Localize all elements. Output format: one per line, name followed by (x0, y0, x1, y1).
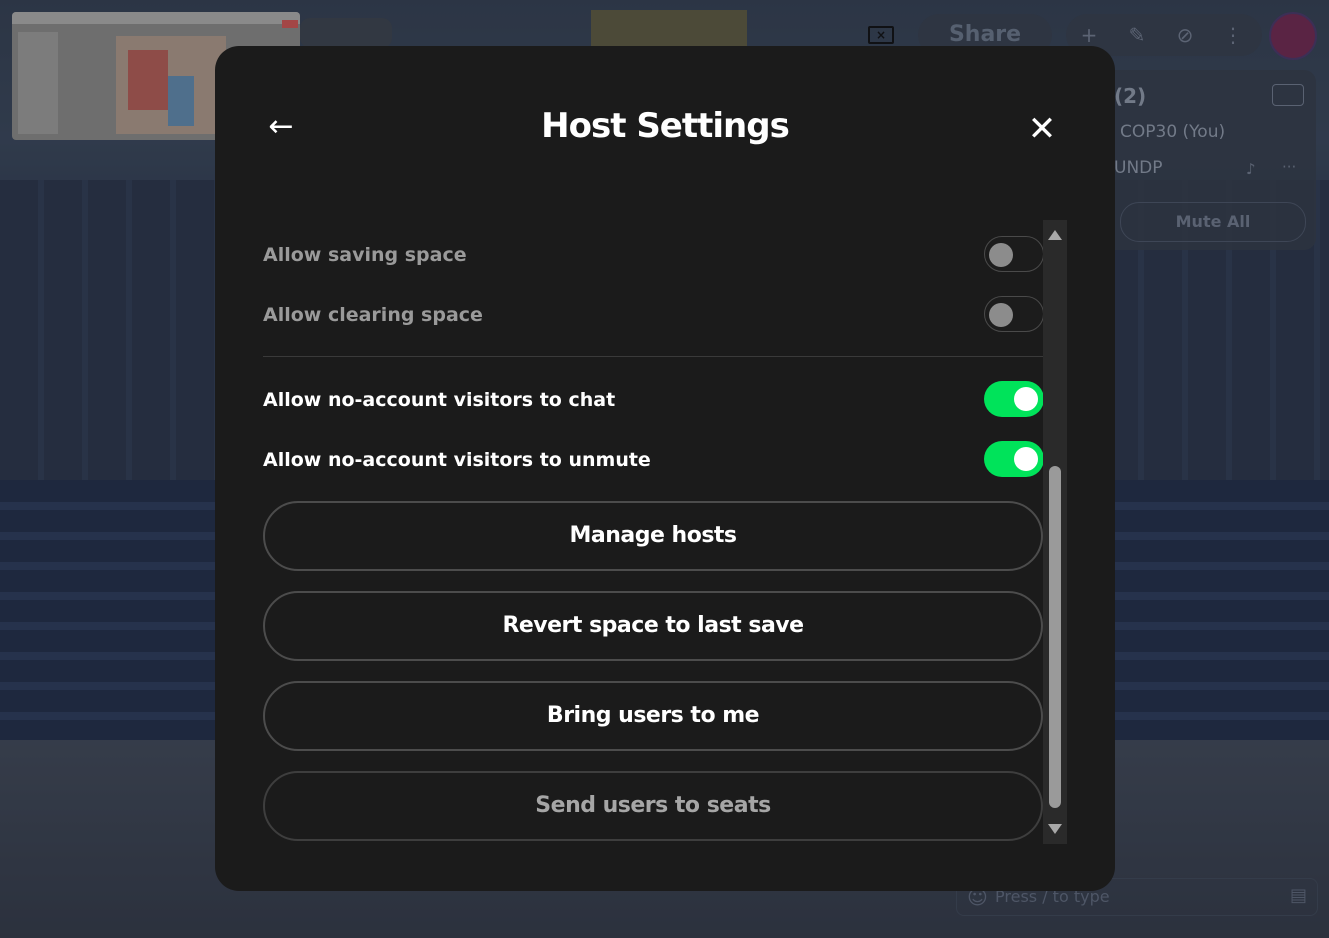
plus-icon[interactable]: + (1078, 24, 1100, 46)
participant-self: COP30 (You) (1120, 122, 1226, 142)
scroll-up-arrow[interactable] (1048, 230, 1062, 240)
allow-saving-toggle[interactable] (984, 236, 1044, 272)
panel-collapse-icon[interactable] (1272, 84, 1304, 106)
thumbnail-control[interactable] (300, 18, 392, 48)
visitor-chat-toggle[interactable] (984, 381, 1044, 417)
setting-label: Allow saving space (263, 244, 467, 266)
host-settings-modal: ← Host Settings ✕ Allow saving space All… (215, 46, 1115, 891)
more-vertical-icon[interactable]: ⋮ (1222, 24, 1244, 46)
send-users-to-seats-button[interactable]: Send users to seats (263, 771, 1043, 841)
allow-clearing-toggle[interactable] (984, 296, 1044, 332)
more-horizontal-icon[interactable]: ··· (1282, 158, 1296, 176)
scene-doorway (591, 10, 747, 46)
setting-row-visitor-chat: Allow no-account visitors to chat (263, 381, 1044, 421)
slide-preview (116, 36, 226, 134)
setting-row-allow-clearing: Allow clearing space (263, 296, 1044, 336)
visitor-unmute-toggle[interactable] (984, 441, 1044, 477)
settings-scrollbar[interactable] (1043, 220, 1067, 844)
mute-all-button[interactable]: Mute All (1120, 202, 1306, 242)
scroll-down-arrow[interactable] (1048, 824, 1062, 834)
setting-label: Allow no-account visitors to unmute (263, 449, 651, 471)
revert-space-button[interactable]: Revert space to last save (263, 591, 1043, 661)
avatar[interactable] (1269, 12, 1317, 60)
setting-label: Allow clearing space (263, 304, 483, 326)
modal-title: Host Settings (541, 106, 790, 146)
scrollbar-thumb[interactable] (1049, 466, 1061, 808)
pencil-icon[interactable]: ✎ (1126, 24, 1148, 46)
setting-row-visitor-unmute: Allow no-account visitors to unmute (263, 441, 1044, 481)
stop-screen-share-icon[interactable]: × (868, 26, 894, 49)
setting-label: Allow no-account visitors to chat (263, 389, 616, 411)
bring-users-button[interactable]: Bring users to me (263, 681, 1043, 751)
mic-icon[interactable]: ♪ (1246, 160, 1256, 178)
manage-hosts-button[interactable]: Manage hosts (263, 501, 1043, 571)
chat-bubble-icon[interactable]: ▤ (1290, 885, 1307, 906)
section-divider (263, 356, 1043, 357)
close-icon[interactable]: ✕ (1027, 112, 1057, 146)
participant-count: (2) (1114, 84, 1147, 108)
setting-row-allow-saving: Allow saving space (263, 236, 1044, 276)
settings-scroll-area: Allow saving space Allow clearing space … (263, 222, 1044, 842)
participant-other: UNDP (1114, 158, 1163, 178)
participants-panel: (2) COP30 (You) UNDP ♪ ··· Mute All (1114, 70, 1316, 250)
mic-muted-icon[interactable]: ⊘ (1174, 24, 1196, 46)
